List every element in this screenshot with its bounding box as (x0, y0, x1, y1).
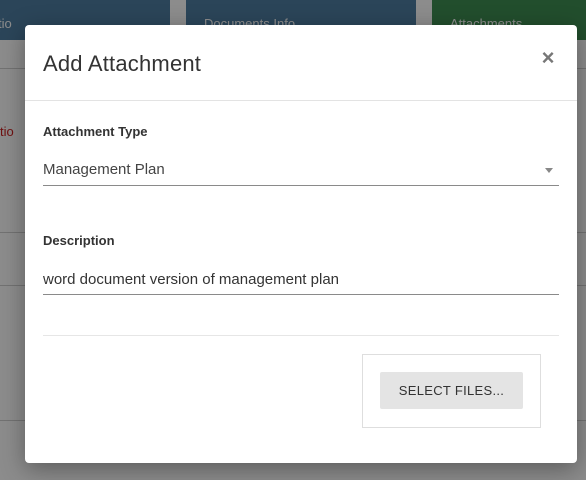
attachment-type-select[interactable]: Management Plan (43, 154, 559, 186)
section-divider (43, 335, 559, 336)
description-input[interactable] (43, 265, 559, 295)
attachment-type-value: Management Plan (43, 161, 165, 178)
chevron-down-icon (545, 168, 553, 173)
file-upload-area: SELECT FILES... (362, 354, 541, 428)
select-files-button[interactable]: SELECT FILES... (380, 372, 523, 409)
dialog-title: Add Attachment (43, 51, 202, 76)
close-icon[interactable]: × (539, 47, 557, 69)
add-attachment-dialog: Add Attachment × Attachment Type Managem… (25, 25, 577, 463)
description-label: Description (43, 233, 115, 248)
attachment-type-label: Attachment Type (43, 124, 148, 139)
dialog-header: Add Attachment × (25, 25, 577, 101)
